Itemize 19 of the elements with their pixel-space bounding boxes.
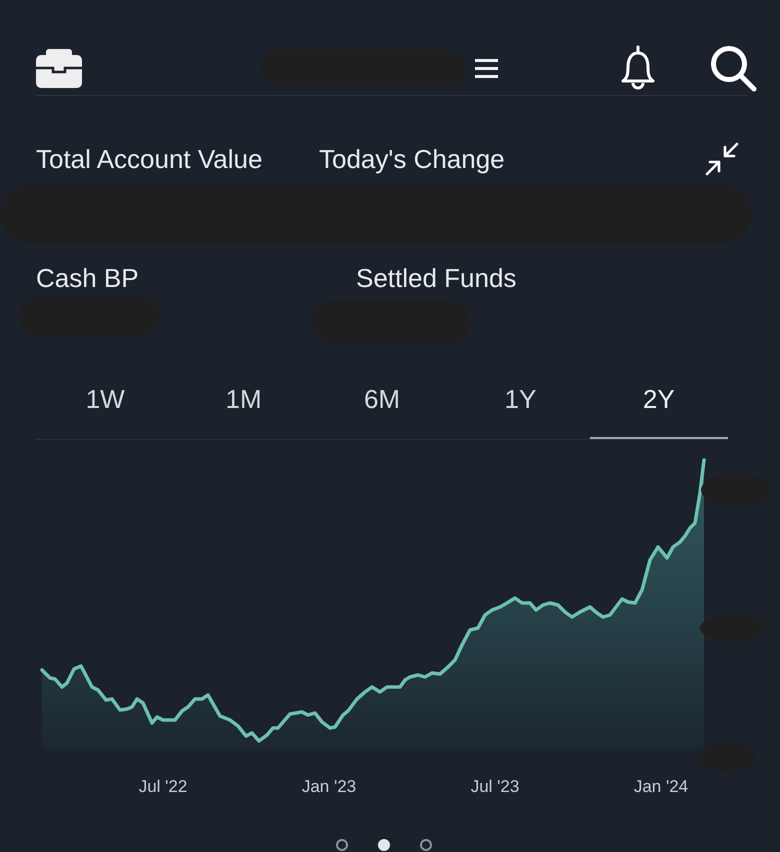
range-tab[interactable]: 1W bbox=[36, 373, 174, 439]
range-tab[interactable]: 1M bbox=[174, 373, 313, 439]
axis-label: Jan '24 bbox=[634, 776, 688, 798]
range-tab[interactable]: 1Y bbox=[451, 373, 590, 439]
field-label: Today's Change bbox=[319, 144, 505, 174]
field-label: Cash BP bbox=[36, 262, 139, 292]
field-label: Settled Funds bbox=[356, 262, 516, 292]
axis-label: Jul '23 bbox=[470, 776, 520, 798]
range-tab[interactable]: 6M bbox=[312, 373, 452, 439]
redaction-mark bbox=[701, 474, 771, 506]
field-label: Total Account Value bbox=[36, 144, 262, 174]
redaction-mark bbox=[700, 614, 766, 642]
collapse-icon[interactable] bbox=[704, 141, 740, 177]
search-icon[interactable] bbox=[710, 44, 757, 92]
range-tab[interactable]: 2Y bbox=[590, 373, 728, 439]
axis-label: Jul '22 bbox=[138, 776, 188, 798]
menu-icon[interactable] bbox=[475, 58, 498, 78]
axis-label: Jan '23 bbox=[302, 776, 356, 798]
briefcase-icon[interactable] bbox=[36, 48, 82, 88]
